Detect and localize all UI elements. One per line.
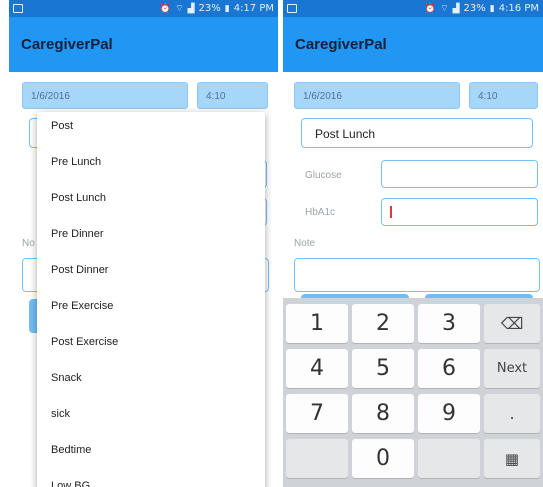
- numeric-keyboard: 1 2 3 ⌫ 4 5 6 Next 7 8 9 . 0 ▦: [283, 298, 543, 487]
- right-phone-screen: ⏰ ⌔ ▟ 23% ▮ 4:16 PM CaregiverPal 1/6/201…: [283, 0, 543, 487]
- dropdown-item-post[interactable]: Post: [37, 112, 265, 144]
- battery-icon: ▮: [224, 3, 230, 14]
- status-bar: ⏰ ⌔ ▟ 23% ▮ 4:17 PM: [9, 0, 278, 17]
- dropdown-item-pre-dinner[interactable]: Pre Dinner: [37, 216, 265, 252]
- key-7[interactable]: 7: [286, 394, 348, 433]
- glucose-label: Glucose: [305, 170, 342, 181]
- dropdown-item-pre-exercise[interactable]: Pre Exercise: [37, 288, 265, 324]
- screenshot-notification-icon: [287, 4, 297, 13]
- dropdown-item-bedtime[interactable]: Bedtime: [37, 432, 265, 468]
- time-field[interactable]: 4:10: [469, 82, 538, 109]
- app-title: CaregiverPal: [21, 36, 113, 53]
- key-9[interactable]: 9: [418, 394, 480, 433]
- blank-key-right: [418, 439, 480, 478]
- blank-key-left: [286, 439, 348, 478]
- battery-percent: 23%: [198, 3, 221, 14]
- key-8[interactable]: 8: [352, 394, 414, 433]
- dropdown-item-pre-lunch[interactable]: Pre Lunch: [37, 144, 265, 180]
- signal-icon: ▟: [452, 3, 460, 14]
- status-time: 4:16 PM: [498, 3, 539, 14]
- meal-select-value: Post Lunch: [315, 127, 376, 141]
- dropdown-item-low-bg[interactable]: Low BG: [37, 468, 265, 487]
- app-title: CaregiverPal: [295, 36, 387, 53]
- status-time: 4:17 PM: [233, 3, 274, 14]
- dot-key[interactable]: .: [484, 394, 540, 433]
- key-5[interactable]: 5: [352, 349, 414, 388]
- key-2[interactable]: 2: [352, 304, 414, 343]
- battery-percent: 23%: [463, 3, 486, 14]
- backspace-icon[interactable]: ⌫: [484, 304, 540, 343]
- date-field[interactable]: 1/6/2016: [22, 82, 188, 109]
- status-bar: ⏰ ⌔ ▟ 23% ▮ 4:16 PM: [283, 0, 543, 17]
- next-key[interactable]: Next: [484, 349, 540, 388]
- meal-dropdown-list[interactable]: Post Pre Lunch Post Lunch Pre Dinner Pos…: [37, 112, 265, 487]
- key-0[interactable]: 0: [352, 439, 414, 478]
- alarm-icon: ⏰: [159, 3, 172, 14]
- screenshot-notification-icon: [13, 4, 23, 13]
- wifi-icon: ⌔: [175, 4, 184, 14]
- text-cursor: [390, 206, 392, 218]
- key-3[interactable]: 3: [418, 304, 480, 343]
- key-1[interactable]: 1: [286, 304, 348, 343]
- date-field[interactable]: 1/6/2016: [294, 82, 460, 109]
- app-bar: CaregiverPal: [9, 17, 278, 72]
- app-bar: CaregiverPal: [283, 17, 543, 72]
- meal-select-field[interactable]: Post Lunch: [301, 118, 533, 148]
- note-label-partial: No: [22, 238, 35, 249]
- glucose-input[interactable]: [381, 160, 538, 188]
- hba1c-label: HbA1c: [305, 207, 336, 218]
- note-label: Note: [294, 238, 316, 249]
- note-input[interactable]: [294, 258, 540, 292]
- hba1c-input[interactable]: [381, 198, 538, 226]
- time-field[interactable]: 4:10: [197, 82, 268, 109]
- key-6[interactable]: 6: [418, 349, 480, 388]
- left-phone-screen: ⏰ ⌔ ▟ 23% ▮ 4:17 PM CaregiverPal 1/6/201…: [9, 0, 278, 487]
- dropdown-item-post-exercise[interactable]: Post Exercise: [37, 324, 265, 360]
- dropdown-item-snack[interactable]: Snack: [37, 360, 265, 396]
- dropdown-item-post-lunch[interactable]: Post Lunch: [37, 180, 265, 216]
- alarm-icon: ⏰: [424, 3, 437, 14]
- key-4[interactable]: 4: [286, 349, 348, 388]
- dropdown-item-post-dinner[interactable]: Post Dinner: [37, 252, 265, 288]
- emoji-icon[interactable]: ▦: [484, 439, 540, 478]
- battery-icon: ▮: [489, 3, 495, 14]
- signal-icon: ▟: [187, 3, 195, 14]
- wifi-icon: ⌔: [440, 4, 449, 14]
- dropdown-item-sick[interactable]: sick: [37, 396, 265, 432]
